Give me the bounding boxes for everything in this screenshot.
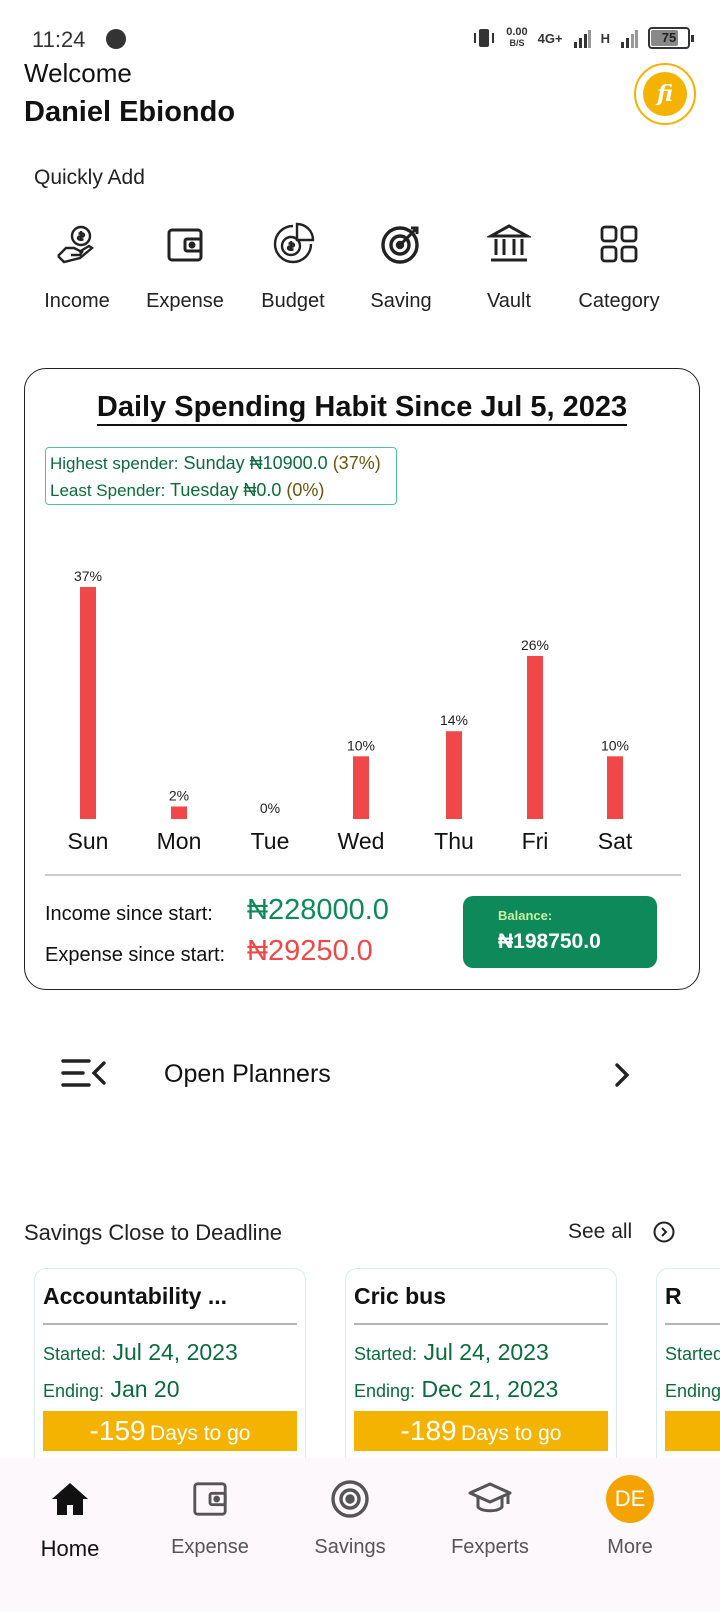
balance-box: Balance: ₦198750.0 bbox=[463, 896, 657, 968]
x-tick-label: Wed bbox=[338, 828, 385, 854]
x-tick-label: Sun bbox=[68, 828, 109, 854]
target-icon bbox=[377, 220, 425, 268]
divider bbox=[45, 874, 681, 876]
saving-name: R bbox=[665, 1283, 682, 1309]
x-tick-label: Tue bbox=[251, 828, 290, 854]
bar-sun bbox=[80, 587, 96, 819]
arrow-circle-right-icon[interactable] bbox=[653, 1221, 675, 1243]
x-tick-label: Mon bbox=[157, 828, 202, 854]
quick-add-category[interactable]: Category bbox=[564, 220, 674, 313]
chevron-right-icon bbox=[615, 1063, 630, 1087]
graduation-cap-icon bbox=[430, 1476, 550, 1522]
bar-thu bbox=[446, 731, 462, 819]
spending-title: Daily Spending Habit Since Jul 5, 2023 bbox=[25, 391, 699, 426]
highest-spender: Highest spender: Sunday ₦10900.0 (37%) bbox=[50, 453, 381, 473]
balance-label: Balance: bbox=[498, 908, 553, 923]
target-icon bbox=[290, 1476, 410, 1522]
status-icons: 0.00 B/S 4G+ H 75 bbox=[472, 24, 694, 52]
nav-more[interactable]: DE More bbox=[570, 1475, 690, 1559]
network-label-1: 4G+ bbox=[537, 30, 563, 46]
nav-savings[interactable]: Savings bbox=[290, 1476, 410, 1559]
bar-sat bbox=[607, 756, 623, 819]
signal-icon bbox=[573, 30, 591, 48]
quick-add-income[interactable]: Income bbox=[22, 220, 132, 313]
battery-icon: 75 bbox=[648, 27, 694, 49]
saving-card-partial[interactable]: R Started: Ending: bbox=[656, 1268, 720, 1468]
bar-value-label: 0% bbox=[260, 800, 280, 816]
signal-icon bbox=[621, 30, 638, 48]
bar-fri bbox=[527, 655, 543, 819]
bar-value-label: 10% bbox=[601, 737, 629, 753]
status-time: 11:24 bbox=[32, 27, 86, 52]
saving-card[interactable]: Cric bus Started: Jul 24, 2023 Ending: D… bbox=[345, 1268, 617, 1468]
savings-title: Savings Close to Deadline bbox=[24, 1220, 283, 1245]
welcome-text: Welcome bbox=[24, 58, 132, 88]
balance-value: ₦198750.0 bbox=[498, 930, 601, 953]
bar-wed bbox=[353, 756, 369, 819]
quick-add-row: Income Expense Budget Saving Vault Categ… bbox=[24, 220, 704, 330]
x-tick-label: Thu bbox=[434, 828, 474, 854]
net-speed: 0.00 B/S bbox=[506, 26, 528, 49]
wallet-icon bbox=[161, 220, 209, 268]
bar-value-label: 2% bbox=[169, 787, 189, 803]
days-to-go-badge: -189 Days to go bbox=[354, 1411, 608, 1451]
app-logo[interactable]: fi bbox=[634, 63, 696, 125]
x-tick-label: Sat bbox=[598, 828, 633, 854]
spending-bar-chart: 37% Sun 2% Mon 0% Tue 10% Wed 14% Thu 26% Fri 10% Sat bbox=[68, 568, 633, 854]
see-all-link[interactable]: See all bbox=[568, 1220, 632, 1244]
saving-started: Started: Jul 24, 2023 bbox=[43, 1339, 238, 1365]
money-hand-icon bbox=[53, 220, 101, 268]
nav-fexperts[interactable]: Fexperts bbox=[430, 1476, 550, 1559]
quick-add-vault[interactable]: Vault bbox=[454, 220, 564, 313]
expense-label: Expense since start: bbox=[45, 944, 226, 966]
open-planners-label: Open Planners bbox=[164, 1060, 331, 1088]
bar-value-label: 26% bbox=[521, 637, 549, 653]
x-tick-label: Fri bbox=[522, 828, 549, 854]
open-planners-row[interactable]: Open Planners bbox=[24, 1040, 704, 1110]
network-label-2: H bbox=[600, 30, 610, 46]
bar-value-label: 10% bbox=[347, 737, 375, 753]
bar-value-label: 37% bbox=[74, 568, 102, 584]
grid-icon bbox=[595, 220, 643, 268]
lock-icon bbox=[106, 29, 126, 49]
income-value: ₦228000.0 bbox=[247, 894, 389, 926]
quick-add-title: Quickly Add bbox=[34, 166, 145, 189]
status-bar: 11:24 0.00 B/S 4G+ H 75 bbox=[0, 0, 720, 56]
quick-add-saving[interactable]: Saving bbox=[346, 220, 456, 313]
spender-summary: Highest spender: Sunday ₦10900.0 (37%) L… bbox=[45, 447, 397, 505]
spending-card: Daily Spending Habit Since Jul 5, 2023 H… bbox=[24, 368, 700, 990]
vibrate-icon bbox=[474, 29, 495, 47]
nav-expense[interactable]: Expense bbox=[150, 1476, 270, 1559]
user-name: Daniel Ebiondo bbox=[24, 96, 236, 128]
saving-started: Started: Jul 24, 2023 bbox=[354, 1339, 549, 1365]
nav-home[interactable]: Home bbox=[10, 1476, 130, 1562]
logo-icon: fi bbox=[643, 72, 687, 116]
bar-mon bbox=[171, 806, 187, 819]
bank-icon bbox=[485, 220, 533, 268]
days-to-go-badge: -159 Days to go bbox=[43, 1411, 297, 1451]
bar-value-label: 14% bbox=[440, 712, 468, 728]
bottom-navigation: Home Expense Savings Fexperts DE More bbox=[0, 1458, 720, 1612]
saving-name: Accountability ... bbox=[43, 1283, 228, 1309]
menu-collapse-icon bbox=[61, 1059, 106, 1087]
quick-add-expense[interactable]: Expense bbox=[130, 220, 240, 313]
saving-ending: Ending: Jan 20 bbox=[43, 1376, 180, 1402]
wallet-icon bbox=[150, 1476, 270, 1522]
saving-ending: Ending: Dec 21, 2023 bbox=[354, 1376, 559, 1402]
income-label: Income since start: bbox=[45, 903, 213, 925]
budget-pie-icon bbox=[269, 220, 317, 268]
least-spender: Least Spender: Tuesday ₦0.0 (0%) bbox=[50, 480, 325, 500]
saving-card[interactable]: Accountability ... Started: Jul 24, 2023… bbox=[34, 1268, 306, 1468]
avatar: DE bbox=[606, 1475, 654, 1523]
saving-name: Cric bus bbox=[354, 1283, 447, 1309]
days-to-go-badge bbox=[665, 1411, 720, 1451]
home-icon bbox=[10, 1476, 130, 1522]
quick-add-budget[interactable]: Budget bbox=[238, 220, 348, 313]
expense-value: ₦29250.0 bbox=[247, 935, 373, 967]
